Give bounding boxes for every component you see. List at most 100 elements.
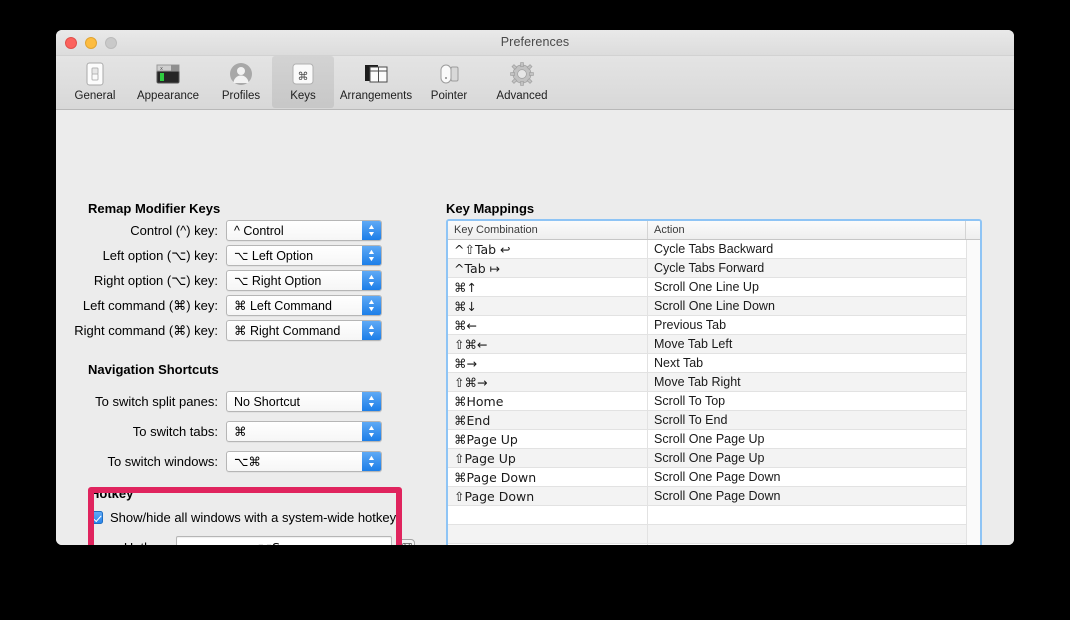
cell-key-combination: ⇧Page Up bbox=[448, 449, 648, 468]
pointer-icon bbox=[435, 59, 463, 89]
select-value: ^ Control bbox=[234, 223, 284, 238]
column-header-spacer bbox=[966, 221, 980, 239]
nav-row-switch-tabs: To switch tabs: ⌘ ▲ ▼ bbox=[64, 421, 382, 442]
table-row[interactable]: ⌘↓ Scroll One Line Down bbox=[448, 297, 980, 316]
table-row[interactable]: ⇧Page Down Scroll One Page Down bbox=[448, 487, 980, 506]
profiles-icon bbox=[227, 59, 255, 89]
select-value: No Shortcut bbox=[234, 394, 301, 409]
row-label: Left command (⌘) key: bbox=[82, 297, 218, 313]
general-icon bbox=[81, 59, 109, 89]
toolbar-item-advanced[interactable]: Advanced bbox=[480, 56, 564, 108]
cell-action bbox=[648, 506, 980, 525]
toolbar-item-keys[interactable]: ⌘ Keys bbox=[272, 56, 334, 108]
svg-text:x: x bbox=[160, 66, 163, 72]
appearance-icon: x bbox=[154, 59, 182, 89]
hotkey-input[interactable]: ⌥Space bbox=[176, 536, 392, 545]
table-row[interactable]: ⌘→ Next Tab bbox=[448, 354, 980, 373]
table-row[interactable] bbox=[448, 506, 980, 525]
right-command-key-select[interactable]: ⌘ Right Command ▲ ▼ bbox=[226, 320, 382, 341]
table-row[interactable]: ⌘Page Down Scroll One Page Down bbox=[448, 468, 980, 487]
column-header-key-combination[interactable]: Key Combination bbox=[448, 221, 648, 239]
arrangements-icon bbox=[362, 59, 390, 89]
column-header-action[interactable]: Action bbox=[648, 221, 966, 239]
cell-key-combination: ⇧⌘← bbox=[448, 335, 648, 354]
toolbar-item-arrangements[interactable]: Arrangements bbox=[334, 56, 418, 108]
toolbar-label: Appearance bbox=[136, 90, 200, 102]
hotkey-field-row: Hotkey: ⌥Space ⌫ bbox=[64, 536, 415, 545]
control-key-select[interactable]: ^ Control ▲ ▼ bbox=[226, 220, 382, 241]
table-row[interactable]: ⇧⌘→ Move Tab Right bbox=[448, 373, 980, 392]
chevron-updown-icon: ▲ ▼ bbox=[362, 422, 381, 441]
chevron-updown-icon: ▲ ▼ bbox=[362, 392, 381, 411]
cell-action: Previous Tab bbox=[648, 316, 980, 335]
cell-action: Scroll One Page Down bbox=[648, 468, 980, 487]
toolbar-label: Advanced bbox=[496, 90, 548, 102]
remap-row-right-option: Right option (⌥) key: ⌥ Right Option ▲ ▼ bbox=[64, 270, 382, 291]
table-row[interactable]: ⌘← Previous Tab bbox=[448, 316, 980, 335]
chevron-updown-icon: ▲ ▼ bbox=[362, 296, 381, 315]
cell-action: Scroll To Top bbox=[648, 392, 980, 411]
remap-row-control: Control (^) key: ^ Control ▲ ▼ bbox=[64, 220, 382, 241]
toolbar-item-general[interactable]: General bbox=[64, 56, 126, 108]
table-row[interactable]: ^⇧Tab ↩ Cycle Tabs Backward bbox=[448, 240, 980, 259]
cell-key-combination bbox=[448, 506, 648, 525]
remap-row-right-command: Right command (⌘) key: ⌘ Right Command ▲… bbox=[64, 320, 382, 341]
cell-key-combination: ⌘↑ bbox=[448, 278, 648, 297]
table-scrollbar[interactable] bbox=[966, 240, 980, 545]
toolbar-label: Profiles bbox=[221, 90, 261, 102]
switch-split-panes-select[interactable]: No Shortcut ▲ ▼ bbox=[226, 391, 382, 412]
toolbar-item-appearance[interactable]: x Appearance bbox=[126, 56, 210, 108]
row-label: To switch windows: bbox=[107, 454, 218, 469]
row-label: Control (^) key: bbox=[130, 223, 218, 238]
hotkey-checkbox-row[interactable]: Show/hide all windows with a system-wide… bbox=[90, 510, 396, 525]
cell-key-combination: ⌘Page Down bbox=[448, 468, 648, 487]
right-option-key-select[interactable]: ⌥ Right Option ▲ ▼ bbox=[226, 270, 382, 291]
table-row[interactable]: ⇧⌘← Move Tab Left bbox=[448, 335, 980, 354]
svg-text:⌘: ⌘ bbox=[298, 70, 309, 83]
clear-field-icon[interactable]: ⌫ bbox=[397, 539, 415, 545]
table-row[interactable]: ⌘End Scroll To End bbox=[448, 411, 980, 430]
toolbar-label: Keys bbox=[290, 90, 316, 102]
key-mappings-table[interactable]: Key Combination Action ^⇧Tab ↩ Cycle Tabs… bbox=[446, 219, 982, 545]
toolbar-item-profiles[interactable]: Profiles bbox=[210, 56, 272, 108]
cell-action bbox=[648, 544, 980, 545]
select-value: ⌘ Right Command bbox=[234, 324, 341, 338]
table-row[interactable] bbox=[448, 544, 980, 545]
nav-row-switch-windows: To switch windows: ⌥⌘ ▲ ▼ bbox=[64, 451, 382, 472]
checkbox-icon[interactable] bbox=[90, 511, 103, 524]
row-label: Right command (⌘) key: bbox=[74, 322, 218, 338]
table-row[interactable]: ⇧Page Up Scroll One Page Up bbox=[448, 449, 980, 468]
cell-action: Cycle Tabs Backward bbox=[648, 240, 980, 259]
chevron-updown-icon: ▲ ▼ bbox=[362, 452, 381, 471]
left-option-key-select[interactable]: ⌥ Left Option ▲ ▼ bbox=[226, 245, 382, 266]
preferences-body: Remap Modifier Keys Control (^) key: ^ C… bbox=[56, 110, 1014, 545]
switch-tabs-select[interactable]: ⌘ ▲ ▼ bbox=[226, 421, 382, 442]
cell-action: Scroll One Page Up bbox=[648, 449, 980, 468]
table-row[interactable]: ⌘↑ Scroll One Line Up bbox=[448, 278, 980, 297]
cell-action: Move Tab Right bbox=[648, 373, 980, 392]
table-row[interactable]: ⌘Home Scroll To Top bbox=[448, 392, 980, 411]
cell-action: Next Tab bbox=[648, 354, 980, 373]
table-body: ^⇧Tab ↩ Cycle Tabs Backward ^Tab ↦ Cycle Ta… bbox=[448, 240, 980, 545]
preferences-window: Preferences General x Appearance Profile… bbox=[56, 30, 1014, 545]
chevron-updown-icon: ▲ ▼ bbox=[362, 246, 381, 265]
nav-row-split-panes: To switch split panes: No Shortcut ▲ ▼ bbox=[64, 391, 382, 412]
table-row[interactable]: ⌘Page Up Scroll One Page Up bbox=[448, 430, 980, 449]
window-titlebar: Preferences bbox=[56, 30, 1014, 56]
cell-action bbox=[648, 525, 980, 544]
cell-action: Scroll One Line Down bbox=[648, 297, 980, 316]
table-row[interactable]: ^Tab ↦ Cycle Tabs Forward bbox=[448, 259, 980, 278]
switch-windows-select[interactable]: ⌥⌘ ▲ ▼ bbox=[226, 451, 382, 472]
cell-action: Scroll To End bbox=[648, 411, 980, 430]
select-value: ⌥ Right Option bbox=[234, 274, 322, 288]
table-row[interactable] bbox=[448, 525, 980, 544]
hotkey-checkbox-label: Show/hide all windows with a system-wide… bbox=[110, 510, 397, 525]
cell-key-combination: ^⇧Tab ↩ bbox=[448, 240, 648, 259]
key-mappings-heading: Key Mappings bbox=[446, 201, 535, 216]
remap-heading: Remap Modifier Keys bbox=[88, 201, 221, 216]
toolbar-label: Pointer bbox=[430, 90, 468, 102]
row-label: To switch split panes: bbox=[95, 394, 218, 409]
toolbar-item-pointer[interactable]: Pointer bbox=[418, 56, 480, 108]
left-command-key-select[interactable]: ⌘ Left Command ▲ ▼ bbox=[226, 295, 382, 316]
remap-row-left-option: Left option (⌥) key: ⌥ Left Option ▲ ▼ bbox=[64, 245, 382, 266]
